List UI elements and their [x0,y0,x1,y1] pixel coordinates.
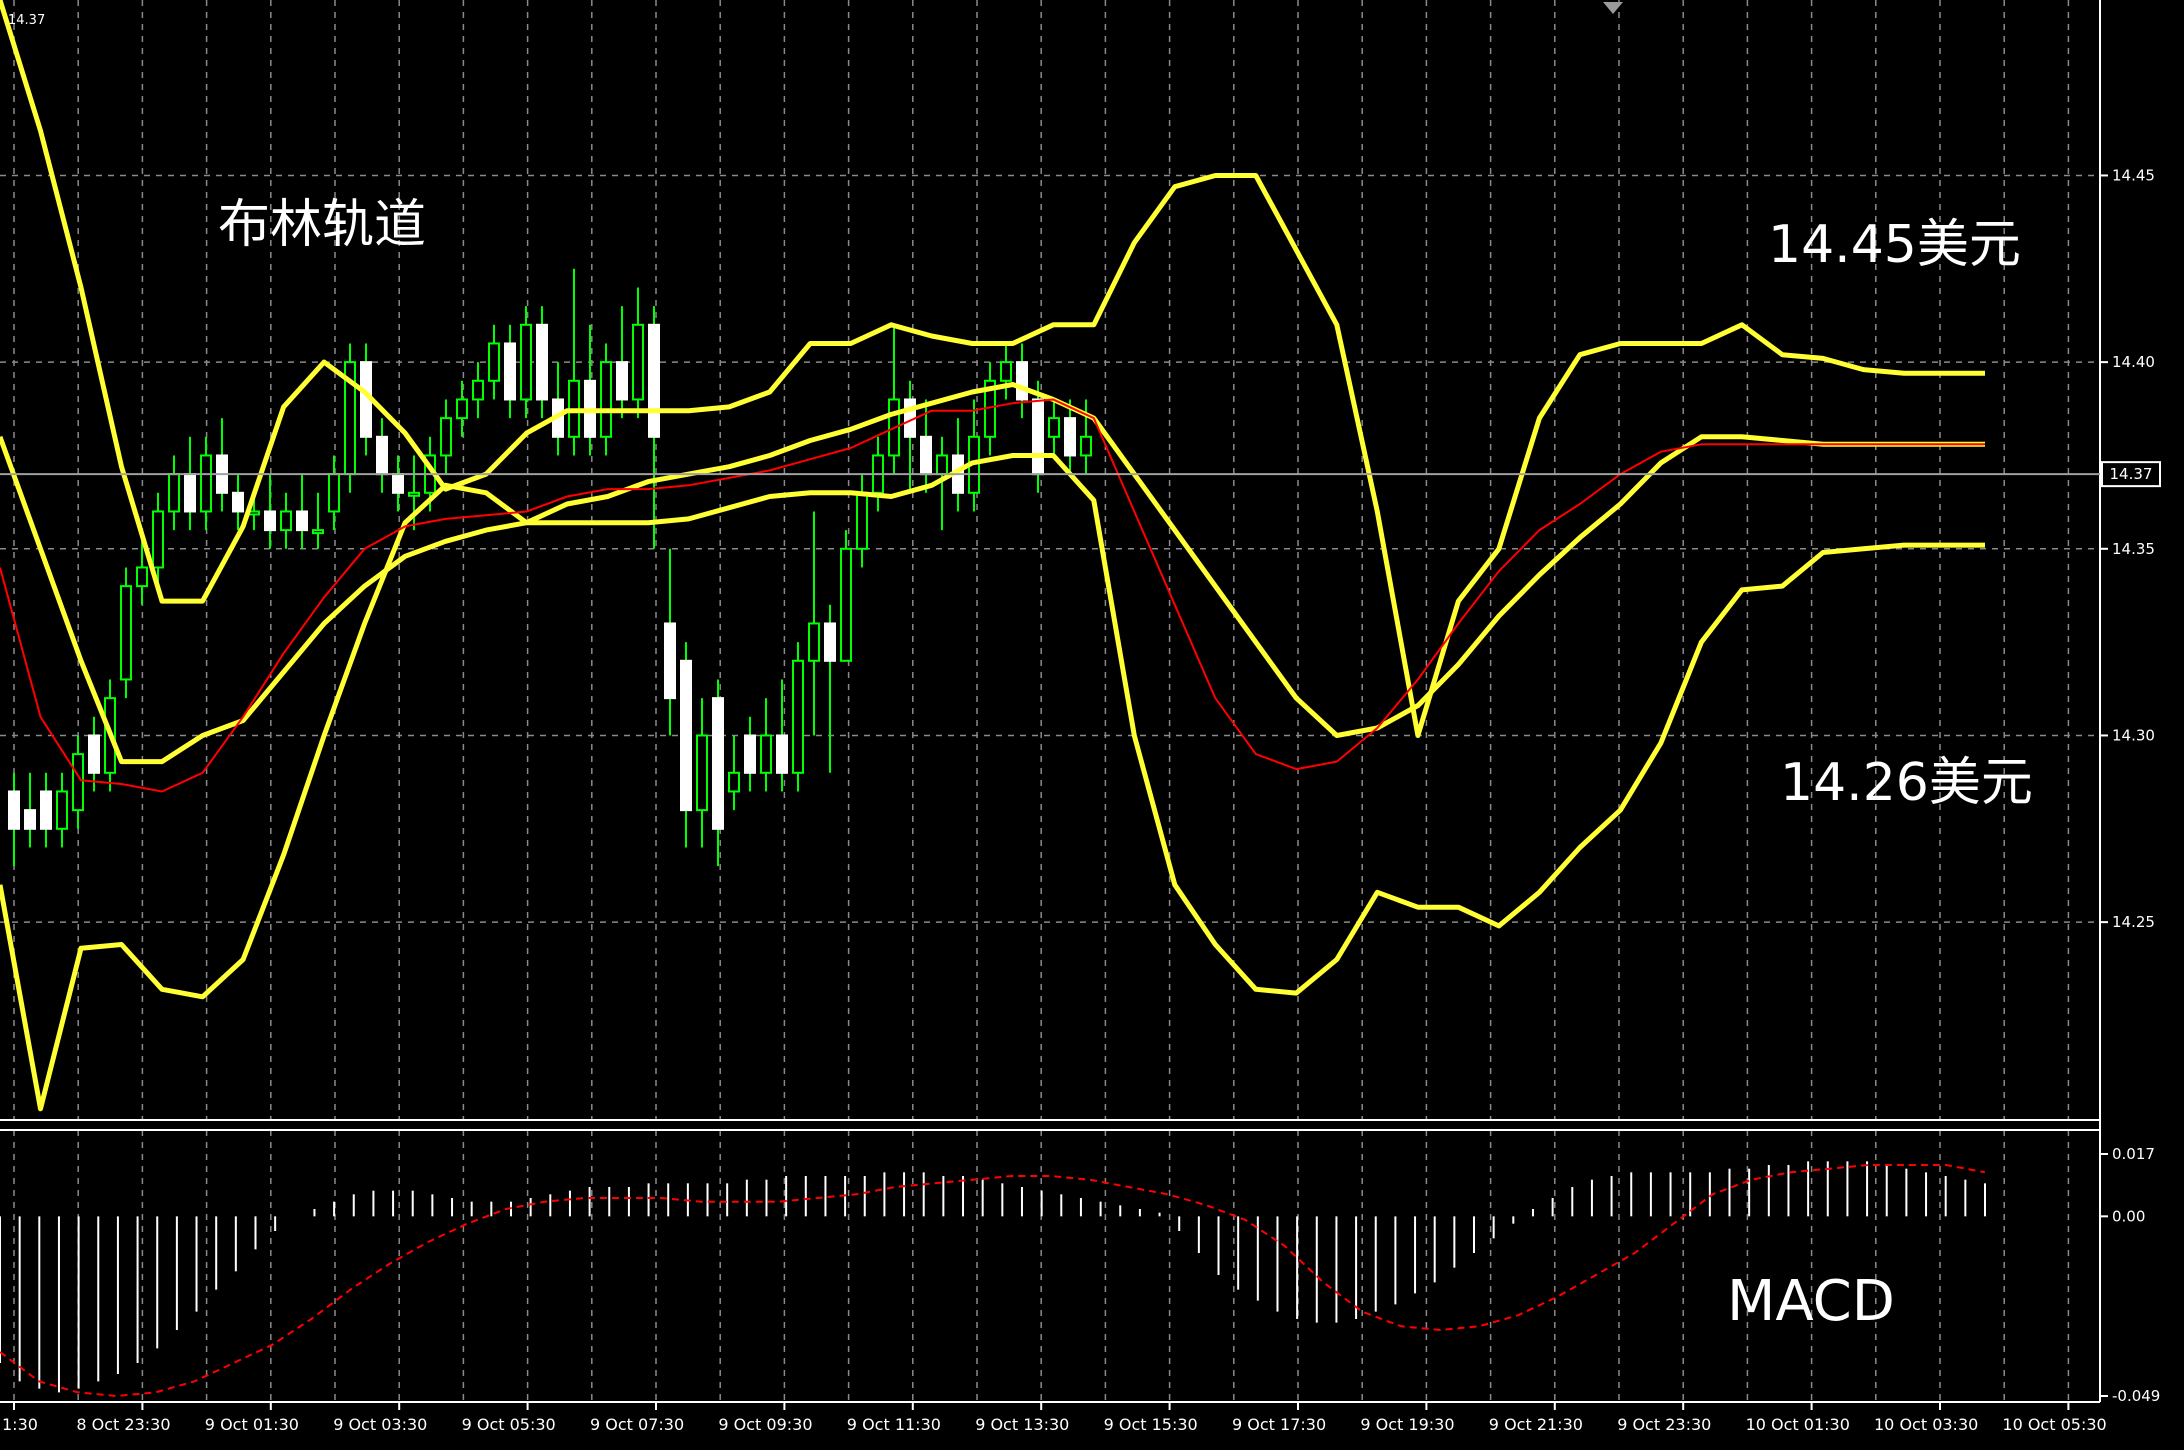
candle-body [120,585,132,681]
candle-body [408,491,420,497]
candle-body [632,323,644,401]
x-tick-label: 9 Oct 01:30 [205,1415,299,1434]
upper-band-annotation: 14.45美元 [1768,215,2021,275]
candle-body [376,435,388,476]
x-tick-label: 9 Oct 03:30 [333,1415,427,1434]
y-tick-label: 14.45 [2112,166,2155,184]
candle-body [328,473,340,513]
x-tick-label: 1:30 [2,1415,38,1434]
candle-body [184,473,196,513]
candle-body [1000,361,1012,382]
candle-body [792,659,804,774]
y-tick-label: 14.25 [2112,913,2155,931]
candle-body [168,473,180,513]
candle-body [296,510,308,532]
x-tick-label: 10 Oct 05:30 [2002,1415,2106,1434]
macd-tick-label: 0.017 [2112,1145,2155,1163]
candle-body [200,454,212,513]
candle-body [472,379,484,401]
candle-body [648,323,660,438]
x-tick-label: 9 Oct 15:30 [1104,1415,1198,1434]
candle-body [440,417,452,457]
candle-body [600,361,612,438]
x-tick-label: 9 Oct 23:30 [1617,1415,1711,1434]
x-tick-label: 10 Oct 03:30 [1874,1415,1978,1434]
x-tick-label: 9 Oct 09:30 [718,1415,812,1434]
x-tick-label: 8 Oct 23:30 [76,1415,170,1434]
candle-body [232,491,244,513]
candle-body [920,435,932,476]
x-tick-label: 10 Oct 01:30 [1746,1415,1850,1434]
candle-body [488,342,500,382]
x-tick-label: 9 Oct 07:30 [590,1415,684,1434]
x-tick-label: 9 Oct 19:30 [1360,1415,1454,1434]
macd-title: MACD [1727,1269,1895,1334]
candle-body [264,510,276,532]
x-tick-label: 9 Oct 05:30 [462,1415,556,1434]
y-tick-label: 14.30 [2112,726,2155,744]
candle-body [824,622,836,662]
candle-body [936,454,948,476]
bollinger-title: 布林轨道 [218,195,426,255]
candle-body [520,323,532,401]
candle-body [8,790,20,830]
macd-tick-label: -0.049 [2112,1387,2160,1405]
macd-tick-label: 0.00 [2112,1207,2145,1225]
candle-body [760,734,772,774]
x-tick-label: 9 Oct 13:30 [975,1415,1069,1434]
candle-body [840,547,852,662]
candle-body [744,734,756,774]
y-tick-label: 14.40 [2112,353,2155,371]
candle-body [392,473,404,494]
lower-band-annotation: 14.26美元 [1780,753,2033,813]
candle-body [808,622,820,662]
candle-body [776,734,788,774]
candle-body [696,734,708,812]
candle-body [312,529,324,535]
candle-body [1048,417,1060,438]
candle-body [136,566,148,588]
candle-body [1080,435,1092,457]
candle-body [680,659,692,812]
candle-body [72,753,84,812]
candle-body [856,491,868,550]
x-tick-label: 9 Oct 17:30 [1232,1415,1326,1434]
candle-body [728,771,740,793]
candle-body [504,342,516,401]
candle-body [712,697,724,830]
candle-body [1064,417,1076,457]
y-tick-label: 14.35 [2112,540,2155,558]
candle-body [56,790,68,830]
x-tick-label: 9 Oct 21:30 [1489,1415,1583,1434]
price-tag-topleft: 14.37 [8,13,45,28]
candle-body [24,809,36,830]
candle-body [1032,398,1044,476]
current-price-label: 14.37 [2110,465,2153,483]
candle-body [664,622,676,700]
candle-body [456,398,468,420]
trading-chart[interactable]: 14.37 14.45 14.40 14.35 14.30 14.25 14.37 布林… [0,0,2184,1450]
x-tick-label: 9 Oct 11:30 [847,1415,941,1434]
candle-body [88,734,100,774]
candle-body [536,323,548,401]
candle-body [152,510,164,569]
candle-body [616,361,628,401]
candle-body [280,510,292,532]
candle-body [1016,361,1028,401]
candle-body [40,790,52,830]
